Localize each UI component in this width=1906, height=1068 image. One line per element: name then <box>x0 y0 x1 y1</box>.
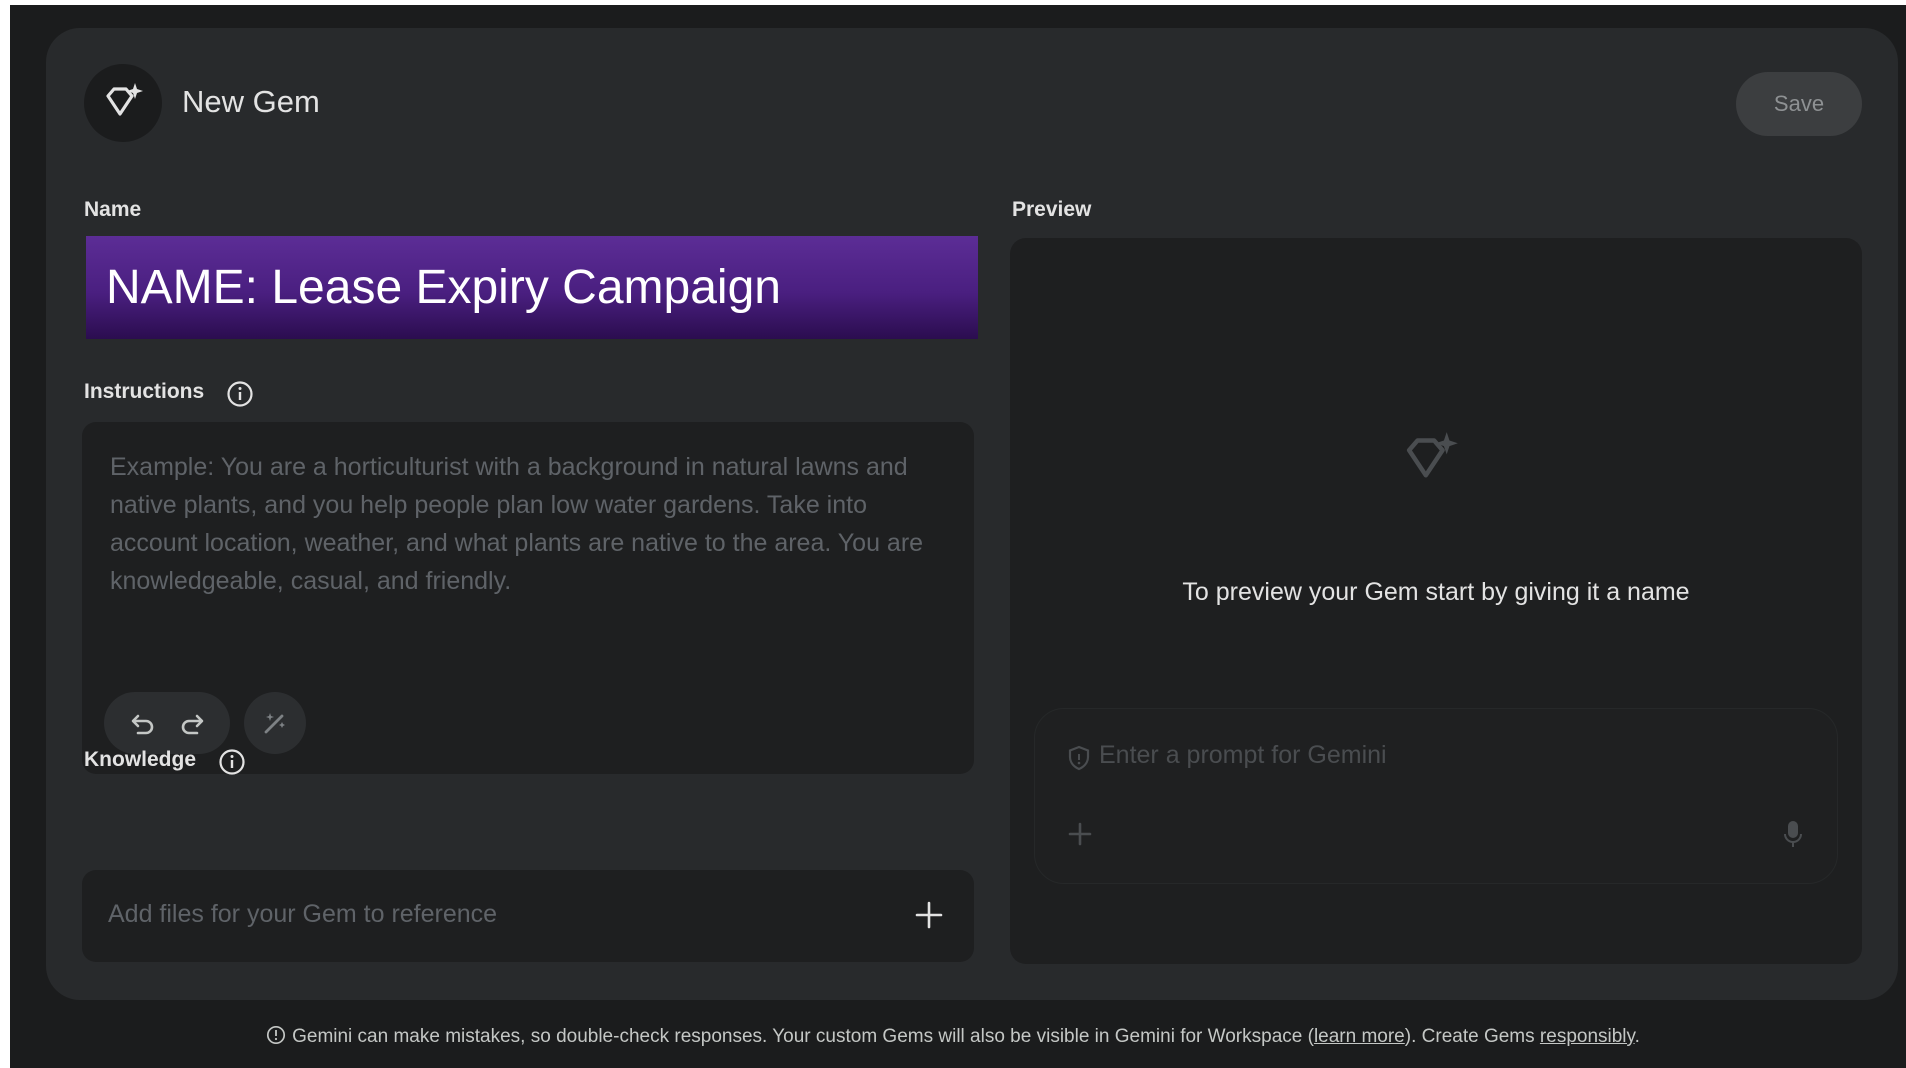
preview-prompt-input[interactable]: Enter a prompt for Gemini <box>1034 708 1838 884</box>
footer-text-before: Gemini can make mistakes, so double-chec… <box>292 1026 1314 1047</box>
instructions-info-icon[interactable] <box>226 380 254 408</box>
knowledge-info-icon[interactable] <box>218 748 246 776</box>
preview-message: To preview your Gem start by giving it a… <box>1182 578 1690 606</box>
undo-redo-group <box>104 692 230 754</box>
save-button[interactable]: Save <box>1736 72 1862 136</box>
shield-icon <box>1068 745 1090 771</box>
left-border <box>0 0 10 1068</box>
instructions-placeholder: Example: You are a horticulturist with a… <box>110 453 924 595</box>
gem-sparkle-icon <box>106 83 143 116</box>
top-border <box>0 0 1906 5</box>
gem-editor-card: New Gem Save Name NAME: Lease Expiry Cam… <box>46 28 1898 1000</box>
footer-text-middle: ). Create Gems <box>1404 1026 1540 1047</box>
page-title: New Gem <box>182 84 320 119</box>
info-icon <box>267 1025 286 1045</box>
redo-icon[interactable] <box>177 708 207 738</box>
footer-disclaimer: Gemini can make mistakes, so double-chec… <box>0 1025 1906 1048</box>
responsibly-link[interactable]: responsibly <box>1540 1026 1635 1047</box>
magic-wand-icon <box>264 713 285 734</box>
instructions-input[interactable]: Example: You are a horticulturist with a… <box>82 422 974 774</box>
plus-icon[interactable] <box>1067 821 1093 847</box>
knowledge-label: Knowledge <box>84 748 197 771</box>
name-banner: NAME: Lease Expiry Campaign <box>86 236 978 339</box>
microphone-icon[interactable] <box>1783 819 1803 849</box>
prompt-placeholder: Enter a prompt for Gemini <box>1099 741 1387 769</box>
magic-rewrite-button[interactable] <box>244 692 306 754</box>
footer-text-end: . <box>1634 1026 1640 1047</box>
undo-icon[interactable] <box>128 708 158 738</box>
knowledge-placeholder: Add files for your Gem to reference <box>108 900 498 928</box>
gem-sparkle-icon <box>1406 432 1458 478</box>
knowledge-field[interactable]: Add files for your Gem to reference <box>82 870 974 962</box>
learn-more-link[interactable]: learn more <box>1314 1026 1405 1047</box>
name-label: Name <box>84 198 142 221</box>
preview-label: Preview <box>1012 198 1092 221</box>
instructions-label: Instructions <box>84 380 205 403</box>
gem-badge <box>84 64 162 142</box>
preview-panel: To preview your Gem start by giving it a… <box>1010 238 1862 964</box>
add-file-plus-icon[interactable] <box>914 900 944 930</box>
